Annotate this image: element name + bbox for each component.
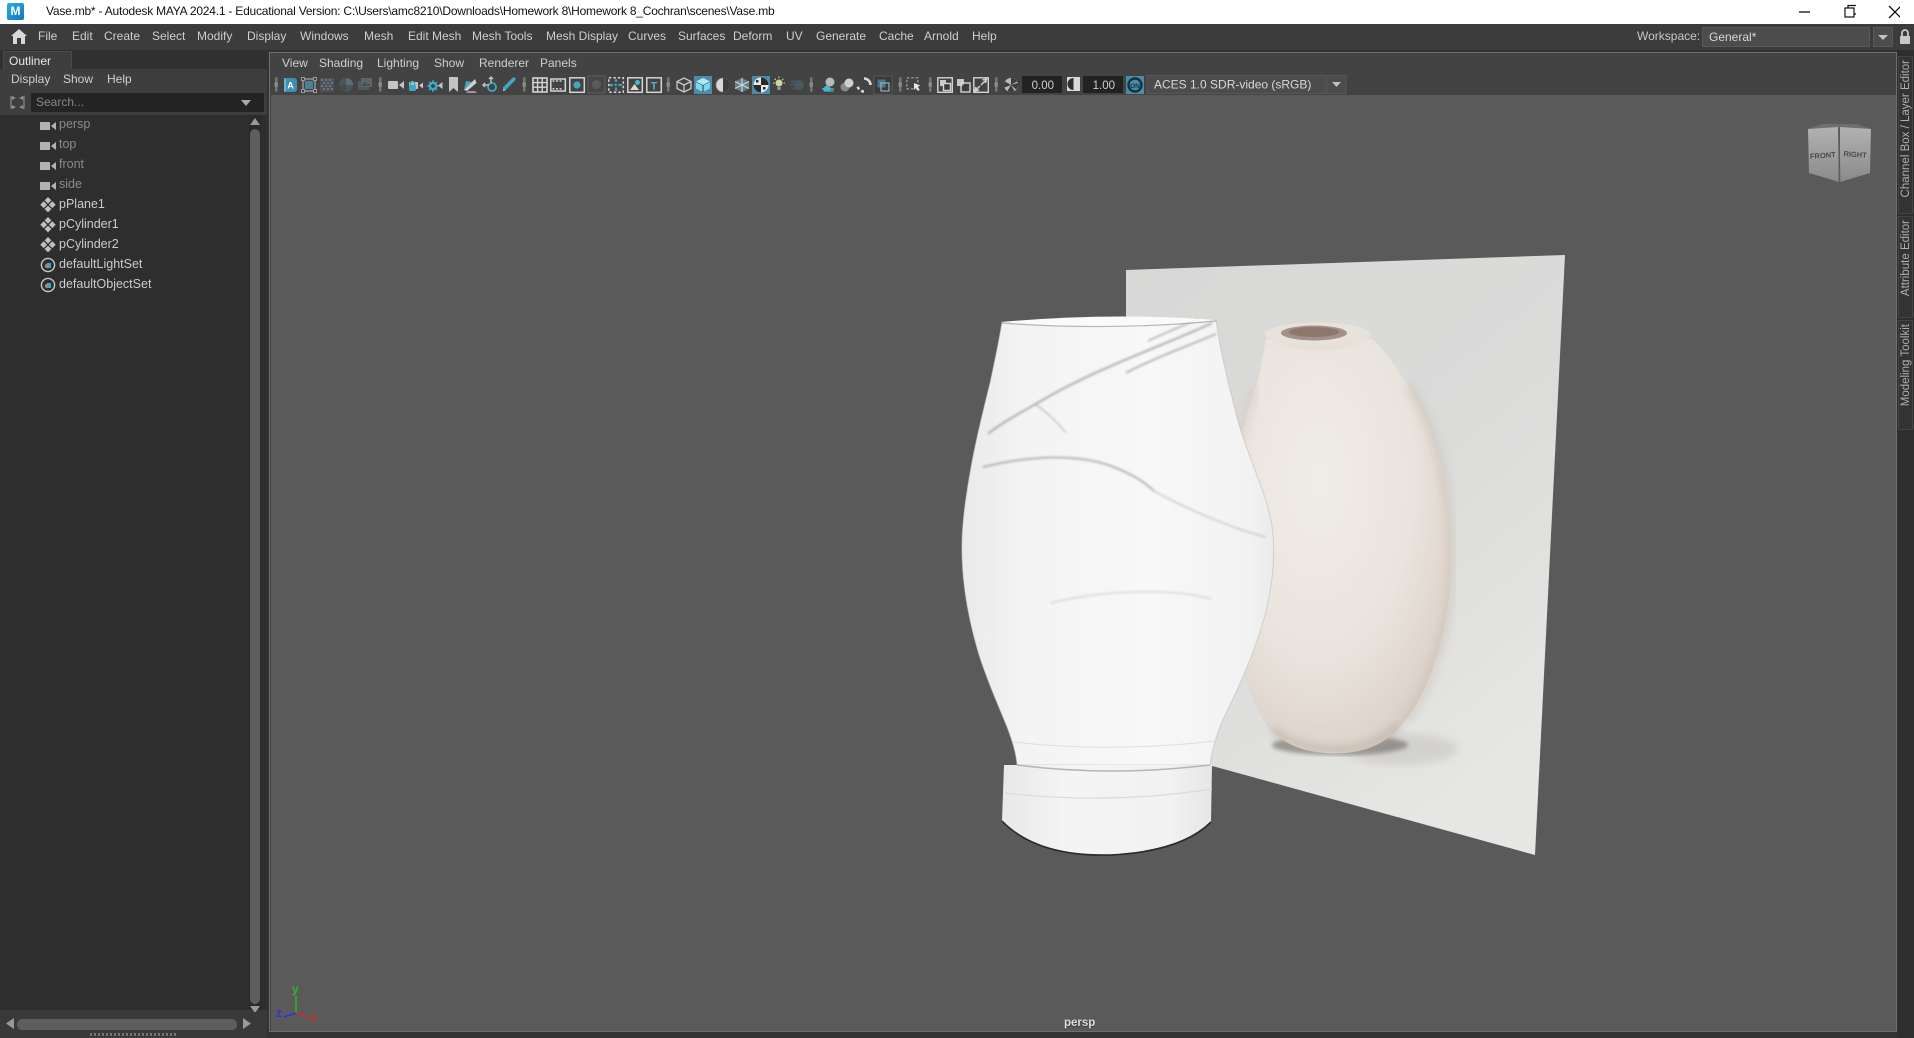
svg-text:RIGHT: RIGHT bbox=[1843, 149, 1867, 160]
svg-text:ACES 1.0 SDR-video (sRGB): ACES 1.0 SDR-video (sRGB) bbox=[1154, 78, 1311, 92]
svg-text:0.00: 0.00 bbox=[1032, 80, 1054, 92]
svg-text:T: T bbox=[651, 81, 658, 93]
svg-text:ON: ON bbox=[1130, 83, 1140, 90]
svg-text:y: y bbox=[292, 982, 299, 996]
svg-text:FRONT: FRONT bbox=[1810, 150, 1837, 161]
svg-text:1.00: 1.00 bbox=[1093, 80, 1115, 92]
svg-text:z: z bbox=[276, 1006, 282, 1020]
svg-text:A: A bbox=[287, 81, 294, 91]
svg-text:x: x bbox=[310, 1010, 317, 1024]
